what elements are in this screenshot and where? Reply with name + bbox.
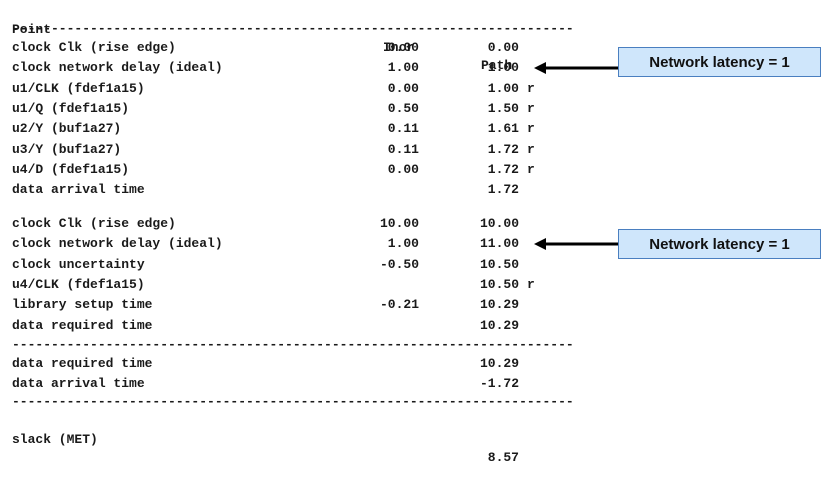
separator-line: ----------------------------------------… (12, 21, 574, 36)
report-row: data required time 10.29 (0, 317, 825, 335)
report-header: Point Incr Path (0, 3, 825, 73)
report-row: u1/Q (fdef1a15) 0.50 1.50 r (0, 100, 825, 118)
report-row: data arrival time 1.72 (0, 181, 825, 199)
row-path: 0.00 (487, 40, 519, 55)
report-row: u1/CLK (fdef1a15) 0.00 1.00 r (0, 80, 825, 98)
row-path: 1.50 (487, 100, 519, 116)
row-incr: 0.11 (387, 121, 419, 137)
slack-value: 8.57 (487, 450, 519, 465)
row-path: 11.00 (479, 236, 519, 252)
row-point: data arrival time (12, 376, 145, 392)
row-flag: r (527, 276, 535, 292)
report-row: data arrival time -1.72 (0, 375, 825, 393)
row-flag: r (527, 121, 535, 137)
arrow-left-icon (534, 62, 618, 74)
row-path: 1.00 (487, 60, 519, 76)
arrow-left-icon (534, 238, 618, 250)
row-path: 1.72 (487, 141, 519, 157)
row-point: library setup time (12, 297, 153, 313)
row-incr: -0.21 (379, 297, 419, 313)
separator-line: ----------------------------------------… (12, 337, 574, 352)
separator-line: ----------------------------------------… (12, 394, 574, 409)
row-point: u2/Y (buf1a27) (12, 121, 122, 137)
row-path: 10.29 (479, 356, 519, 371)
row-point: u3/Y (buf1a27) (12, 141, 122, 157)
row-point: u1/CLK (fdef1a15) (12, 80, 145, 96)
row-path: 10.50 (479, 256, 519, 272)
row-incr: 0.00 (387, 80, 419, 96)
row-incr: 1.00 (387, 60, 419, 76)
row-point: u1/Q (fdef1a15) (12, 100, 130, 116)
report-row: library setup time -0.21 10.29 (0, 296, 825, 314)
row-incr: 0.11 (387, 141, 419, 157)
row-incr: 1.00 (387, 236, 419, 252)
row-flag: r (527, 100, 535, 116)
row-point: u4/CLK (fdef1a15) (12, 276, 145, 292)
network-latency-callout-top: Network latency = 1 (618, 47, 821, 77)
row-flag: r (527, 161, 535, 177)
row-path: 10.00 (479, 216, 519, 231)
row-incr: -0.50 (379, 256, 419, 272)
row-point: data required time (12, 317, 153, 333)
row-path: 10.29 (479, 317, 519, 333)
row-point: clock Clk (rise edge) (12, 40, 176, 55)
slack-row: slack (MET) 8.57 (0, 413, 825, 465)
report-row: u4/D (fdef1a15) 0.00 1.72 r (0, 161, 825, 179)
row-path: 10.29 (479, 297, 519, 313)
report-row: u4/CLK (fdef1a15) 10.50 r (0, 276, 825, 294)
row-path: 1.61 (487, 121, 519, 137)
report-row: u3/Y (buf1a27) 0.11 1.72 r (0, 141, 825, 159)
report-row: data required time 10.29 (0, 355, 825, 373)
row-point: clock Clk (rise edge) (12, 216, 176, 231)
row-incr: 10.00 (379, 216, 419, 231)
row-path: 1.00 (487, 80, 519, 96)
row-flag: r (527, 141, 535, 157)
row-path: 1.72 (487, 182, 519, 198)
row-point: data arrival time (12, 182, 145, 198)
row-path: 10.50 (479, 276, 519, 292)
row-incr: 0.50 (387, 100, 419, 116)
report-row: u2/Y (buf1a27) 0.11 1.61 r (0, 120, 825, 138)
row-incr: 0.00 (387, 40, 419, 55)
row-path: -1.72 (479, 376, 519, 392)
row-point: clock network delay (ideal) (12, 236, 223, 252)
row-flag: r (527, 80, 535, 96)
row-point: u4/D (fdef1a15) (12, 161, 130, 177)
row-point: clock network delay (ideal) (12, 60, 223, 76)
row-incr: 0.00 (387, 161, 419, 177)
row-path: 1.72 (487, 161, 519, 177)
row-point: clock uncertainty (12, 256, 145, 272)
row-point: data required time (12, 356, 153, 371)
network-latency-callout-bottom: Network latency = 1 (618, 229, 821, 259)
